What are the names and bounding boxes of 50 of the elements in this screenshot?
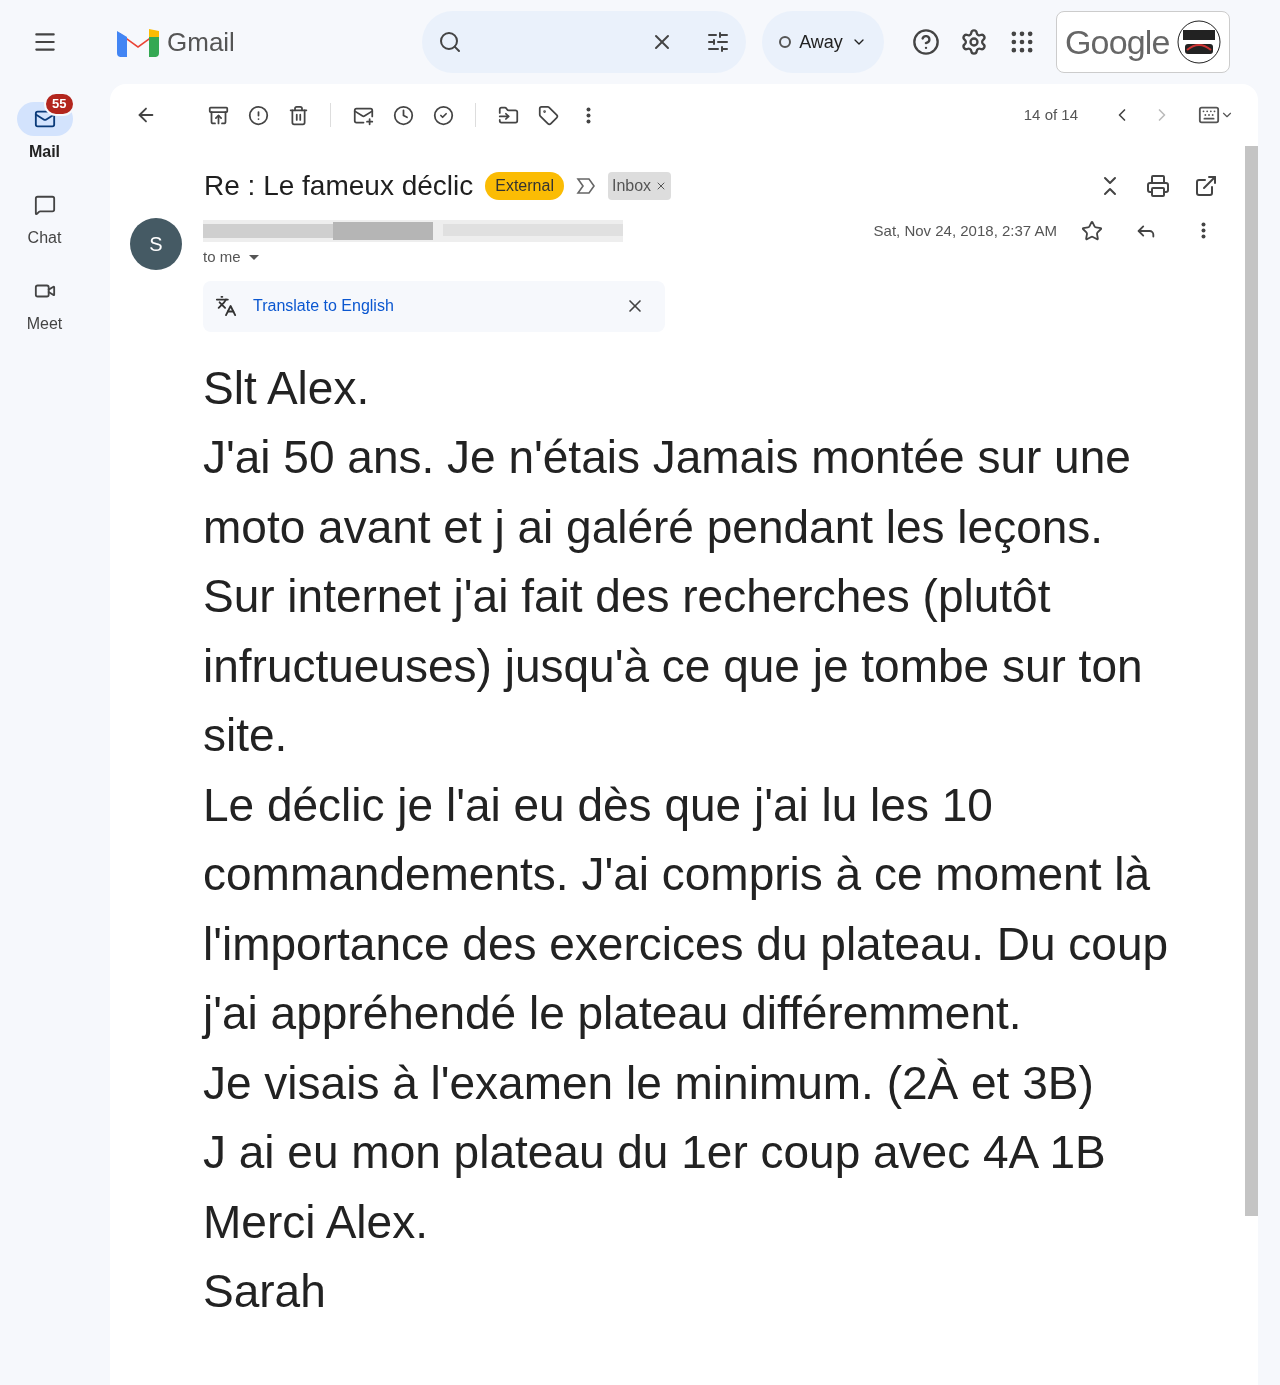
clock-icon	[392, 104, 414, 126]
unread-count: 55	[44, 92, 75, 116]
star-icon[interactable]	[1081, 220, 1103, 242]
gmail-logo-icon	[117, 27, 159, 57]
settings-icon[interactable]	[960, 28, 988, 56]
app-name: Gmail	[167, 25, 235, 59]
message-paragraph: Je visais à l'examen le minimum. (2À et 3B)	[203, 1055, 1095, 1111]
message-paragraph: Slt Alex.	[203, 360, 371, 416]
message-paragraph: Le déclic je l'ai eu dès que j'ai lu les 10 commandements. J'ai compris à ce moment là l'importance des exercices du plateau. Du coup j'ai appréhendé le plateau différemment.	[203, 777, 1170, 1041]
message-paragraph: Sarah	[203, 1264, 327, 1319]
scrollbar[interactable]	[1245, 146, 1258, 1216]
search-icon	[438, 30, 462, 54]
label-tag: Inbox	[607, 172, 672, 200]
filter-icon[interactable]	[706, 30, 730, 54]
message-paragraph: Merci Alex.	[203, 1194, 429, 1250]
print-icon[interactable]	[1146, 174, 1170, 198]
status-button[interactable]: Away	[762, 11, 884, 73]
sender-avatar: S	[130, 218, 182, 270]
nav-item[interactable]: 55 Mail	[12, 90, 77, 164]
chat-icon	[33, 194, 56, 216]
account-card[interactable]: Google	[1056, 11, 1230, 73]
check-circle-icon	[432, 104, 454, 126]
message-date: Sat, Nov 24, 2018, 2:37 AM	[873, 221, 1057, 241]
message-paragraph: J ai eu mon plateau du 1er coup avec 4A 1B	[203, 1125, 1107, 1180]
importance-marker-icon[interactable]	[575, 177, 596, 195]
translate-link[interactable]: Translate to English	[253, 294, 394, 318]
label-tag: External	[485, 172, 564, 200]
mail-icon	[33, 108, 56, 130]
tag-icon	[537, 104, 559, 126]
message-paragraph: J'ai 50 ans. Je n'étais Jamais montée sur une moto avant et j ai galéré pendant les leçons.	[203, 430, 1132, 555]
help-icon[interactable]	[912, 28, 940, 56]
recipient-details[interactable]: to me	[203, 246, 623, 269]
more-icon[interactable]	[1201, 222, 1206, 239]
trash-icon	[287, 104, 309, 126]
message-counter: 14 of 14	[1023, 104, 1078, 125]
keyboard-icon	[1198, 104, 1220, 126]
status-label: Away	[799, 30, 843, 54]
translate-icon	[215, 295, 237, 317]
brand-name: Google	[1065, 21, 1170, 63]
input-tools-button[interactable]	[1198, 104, 1234, 126]
nav-item[interactable]: Chat	[12, 176, 77, 250]
email-subject: Re : Le fameux déclic	[204, 169, 474, 203]
exclamation-icon	[247, 104, 269, 126]
message-paragraph: Sur internet j'ai fait des recherches (plutôt infructueuses) jusqu'à ce que je tombe sur ton site.	[203, 569, 1144, 763]
archive-box-icon	[207, 104, 229, 126]
status-icon	[779, 36, 792, 48]
more-icon	[585, 106, 591, 124]
folder-arrow-icon	[497, 104, 519, 126]
nav-item[interactable]: Meet	[12, 262, 77, 336]
new-window-icon[interactable]	[1194, 174, 1218, 198]
